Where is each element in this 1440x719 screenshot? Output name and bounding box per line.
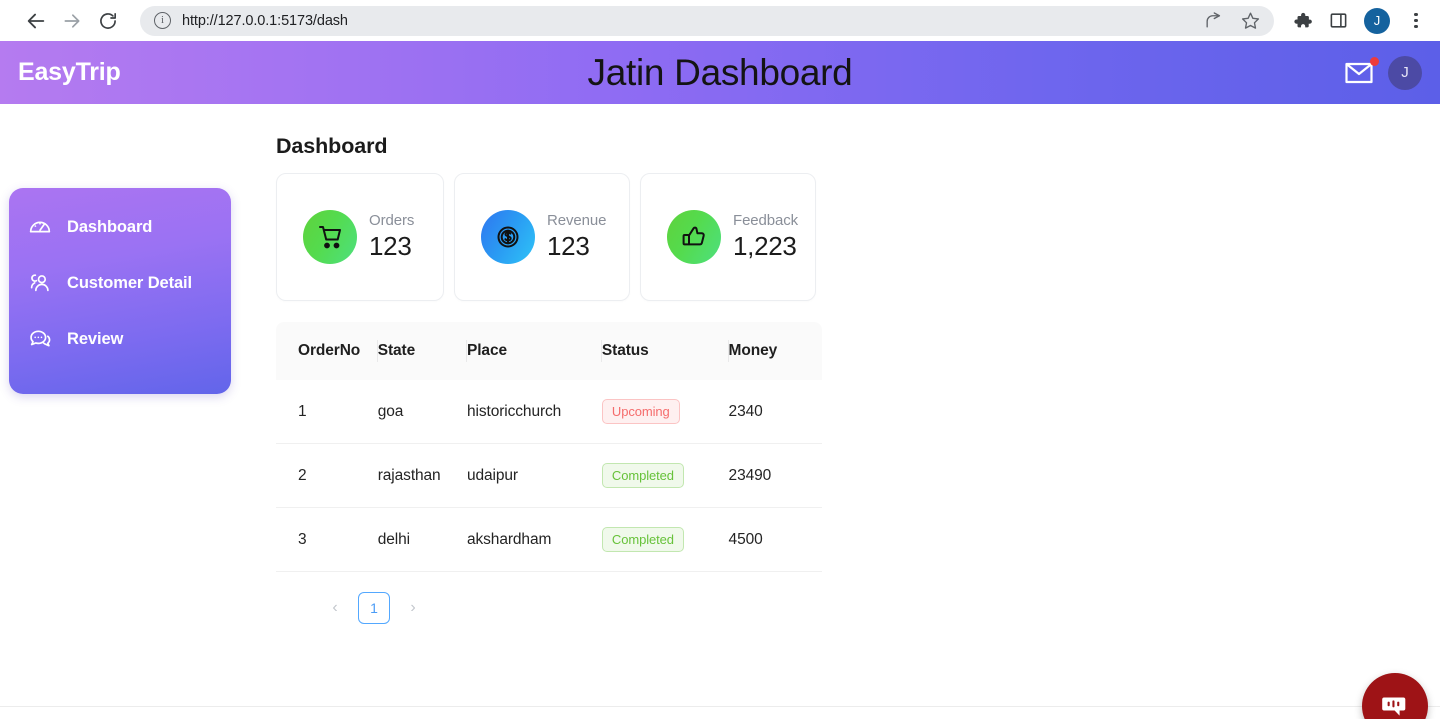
- share-icon[interactable]: [1204, 11, 1223, 30]
- cell-money: 23490: [728, 443, 822, 508]
- sidebar-item-label: Customer Detail: [67, 273, 193, 292]
- mail-button[interactable]: [1344, 56, 1379, 86]
- sidebar: Dashboard Customer Detail Review: [9, 188, 231, 394]
- table-header-row: OrderNo State Place Status Money: [276, 322, 822, 380]
- cell-state: delhi: [377, 507, 467, 572]
- kebab-dot: [1414, 25, 1418, 29]
- cell-place: akshardham: [466, 507, 602, 572]
- arrow-right-icon: [64, 13, 80, 28]
- notification-badge: [1370, 56, 1379, 66]
- site-info-icon[interactable]: i: [154, 12, 171, 29]
- cell-status: Completed: [601, 507, 729, 572]
- omnibox-actions: [1204, 11, 1264, 30]
- stat-card-orders[interactable]: Orders 123: [276, 173, 444, 301]
- page-heading: Jatin Dashboard: [587, 51, 853, 93]
- cell-orderno: 1: [276, 380, 378, 444]
- browser-extension-actions: J: [1284, 7, 1428, 34]
- sidebar-item-review[interactable]: Review: [9, 322, 231, 356]
- stat-label: Feedback: [733, 212, 799, 229]
- pagination: ‹ 1 ›: [276, 572, 1440, 624]
- kebab-dot: [1414, 18, 1418, 23]
- orders-table: OrderNo State Place Status Money 1 goa h…: [276, 322, 822, 572]
- browser-back-button[interactable]: [18, 3, 54, 39]
- column-header-status: Status: [601, 322, 729, 380]
- status-badge: Completed: [601, 527, 684, 552]
- column-header-state: State: [377, 322, 468, 380]
- footer: Contact no Privacy Policy Term of Use: [0, 706, 1440, 719]
- stat-card-revenue[interactable]: Revenue 123: [454, 173, 630, 301]
- browser-forward-button[interactable]: [54, 3, 90, 39]
- sidebar-item-dashboard[interactable]: Dashboard: [9, 210, 231, 244]
- browser-reload-button[interactable]: [90, 3, 126, 39]
- stat-icon-wrapper: [667, 210, 721, 264]
- cell-orderno: 3: [276, 507, 378, 572]
- stats-row: Orders 123 Revenue 123 Feedback 1,223: [276, 173, 1440, 301]
- chat-widget-button[interactable]: [1362, 673, 1428, 719]
- arrow-left-icon: [27, 13, 45, 28]
- page-title: Dashboard: [276, 134, 388, 158]
- sidebar-item-customer-detail[interactable]: Customer Detail: [9, 266, 231, 300]
- chat-bubbles-icon: [30, 330, 51, 347]
- cell-place: udaipur: [466, 443, 602, 508]
- column-header-place: Place: [466, 322, 602, 380]
- url-text: http://127.0.0.1:5173/dash: [182, 12, 348, 29]
- header-actions: J: [1344, 55, 1422, 90]
- stat-card-feedback[interactable]: Feedback 1,223: [640, 173, 816, 301]
- status-badge: Completed: [601, 463, 684, 488]
- cell-money: 4500: [728, 507, 822, 572]
- stat-value: 1,223: [733, 231, 797, 261]
- stat-text: Feedback 1,223: [733, 212, 798, 262]
- cell-place: historicchurch: [466, 380, 602, 444]
- table-row[interactable]: 1 goa historicchurch Upcoming 2340: [276, 380, 822, 444]
- stat-label: Revenue: [547, 212, 607, 229]
- table-head: OrderNo State Place Status Money: [276, 322, 822, 380]
- kebab-dot: [1414, 12, 1418, 16]
- sidebar-item-label: Review: [67, 329, 124, 348]
- brand-logo[interactable]: EasyTrip: [18, 58, 121, 87]
- cell-status: Upcoming: [601, 380, 729, 444]
- stat-icon-wrapper: [481, 210, 535, 264]
- browser-menu-button[interactable]: [1406, 10, 1426, 32]
- table-row[interactable]: 2 rajasthan udaipur Completed 23490: [276, 443, 822, 508]
- shopping-cart-icon: [319, 226, 341, 249]
- pagination-prev-button[interactable]: ‹: [322, 594, 348, 622]
- app-header: EasyTrip Jatin Dashboard J: [0, 41, 1440, 104]
- user-avatar[interactable]: J: [1388, 55, 1422, 90]
- address-bar[interactable]: i http://127.0.0.1:5173/dash: [140, 5, 1274, 36]
- table-row[interactable]: 3 delhi akshardham Completed 4500: [276, 507, 822, 572]
- status-badge: Upcoming: [601, 399, 680, 424]
- stat-label: Orders: [369, 212, 415, 229]
- chrome-profile-avatar[interactable]: J: [1364, 7, 1390, 34]
- cell-money: 2340: [728, 380, 822, 444]
- reload-icon: [100, 12, 117, 29]
- stat-value: 123: [369, 231, 412, 261]
- cell-status: Completed: [601, 443, 729, 508]
- chat-bubble-icon: [1382, 697, 1406, 716]
- table-body: 1 goa historicchurch Upcoming 2340 2 raj…: [276, 380, 822, 572]
- users-icon: [30, 274, 49, 292]
- puzzle-piece-icon[interactable]: [1292, 10, 1313, 31]
- pagination-next-button[interactable]: ›: [400, 594, 426, 622]
- browser-toolbar: i http://127.0.0.1:5173/dash J: [0, 0, 1440, 41]
- cell-orderno: 2: [276, 443, 378, 508]
- orders-table-wrapper: OrderNo State Place Status Money 1 goa h…: [276, 322, 822, 572]
- cell-state: goa: [377, 380, 467, 444]
- sidebar-item-label: Dashboard: [67, 217, 153, 236]
- side-panel-icon[interactable]: [1329, 11, 1348, 30]
- thumbs-up-icon: [682, 226, 705, 246]
- stat-text: Revenue 123: [547, 212, 606, 262]
- cell-state: rajasthan: [377, 443, 467, 508]
- main-content: Dashboard Orders 123 Revenue 123 Feedbac…: [276, 104, 1440, 624]
- stat-text: Orders 123: [369, 212, 414, 262]
- speedometer-icon: [29, 221, 51, 233]
- stat-icon-wrapper: [303, 210, 357, 264]
- dollar-coin-icon: [497, 226, 519, 248]
- pagination-page-1[interactable]: 1: [358, 592, 390, 624]
- stat-value: 123: [547, 231, 590, 261]
- star-icon[interactable]: [1241, 11, 1260, 30]
- page-body: Dashboard Customer Detail Review Dashboa: [0, 104, 1440, 719]
- column-header-money: Money: [728, 322, 822, 380]
- column-header-orderno: OrderNo: [276, 322, 378, 380]
